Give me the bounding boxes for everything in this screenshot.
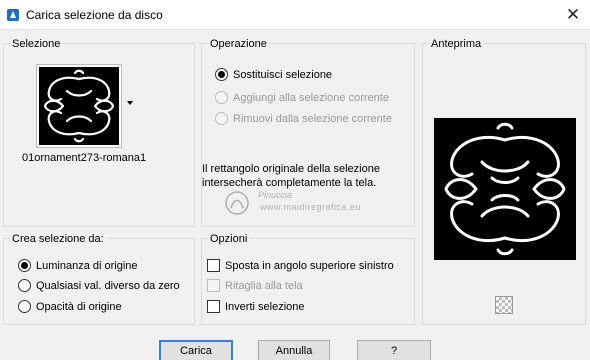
crea-selezione-label: Crea selezione da: [10,233,106,245]
radio-sostituisci-selezione[interactable]: Sostituisci selezione [215,68,332,81]
preview-image [434,118,576,260]
radio-button-disabled [215,91,228,104]
radio-label: Rimuovi dalla selezione corrente [233,112,392,125]
checkbox-label: Inverti selezione [225,300,305,313]
radio-button-checked [215,68,228,81]
annulla-button[interactable]: Annulla [258,340,330,360]
radio-label: Sostituisci selezione [233,68,333,81]
ornament-preview-graphic [444,122,566,256]
radio-button-disabled [215,112,228,125]
radio-aggiungi-selezione[interactable]: Aggiungi alla selezione corrente [215,91,389,104]
radio-label: Luminanza di origine [36,259,138,272]
checkbox-label: Sposta in angolo superiore sinistro [225,259,394,272]
ornament-thumbnail-graphic [43,69,115,143]
carica-button[interactable]: Carica [159,340,233,360]
radio-button [18,279,31,292]
watermark-logo-icon [225,191,249,215]
radio-opacita-origine[interactable]: Opacità di origine [18,300,122,313]
selection-dropdown-arrow-icon[interactable] [127,101,133,105]
checkbox-box [207,259,220,272]
radio-rimuovi-selezione[interactable]: Rimuovi dalla selezione corrente [215,112,392,125]
operation-info-text: Il rettangolo originale della selezione … [202,163,380,189]
watermark: Pinuccia www.maidiregrafica.eu [222,188,412,222]
checkbox-label: Ritaglia alla tela [225,279,303,292]
radio-label: Aggiungi alla selezione corrente [233,91,389,104]
radio-button-checked [18,259,31,272]
transparency-toggle-icon[interactable] [495,296,513,314]
anteprima-label: Anteprima [429,38,484,50]
selection-file-name: 01ornament273-romana1 [22,152,147,164]
checkbox-box-disabled [207,279,220,292]
operazione-label: Operazione [208,38,269,50]
title-bar: Carica selezione da disco ✕ [0,0,590,30]
checkbox-box [207,300,220,313]
radio-label: Qualsiasi val. diverso da zero [36,279,180,292]
radio-button [18,300,31,313]
radio-qualsiasi-valore[interactable]: Qualsiasi val. diverso da zero [18,279,180,292]
help-button[interactable]: ? [357,340,431,360]
watermark-name: Pinuccia [258,190,293,200]
radio-luminanza-origine[interactable]: Luminanza di origine [18,259,138,272]
checkbox-inverti-selezione[interactable]: Inverti selezione [207,300,305,313]
window-title: Carica selezione da disco [26,8,163,22]
selection-thumbnail-image [39,67,119,145]
watermark-site: www.maidiregrafica.eu [260,202,362,212]
close-icon: ✕ [565,5,581,24]
checkbox-ritaglia-tela[interactable]: Ritaglia alla tela [207,279,303,292]
opzioni-label: Opzioni [208,233,250,245]
checkbox-sposta-angolo[interactable]: Sposta in angolo superiore sinistro [207,259,394,272]
radio-label: Opacità di origine [36,300,122,313]
selection-thumbnail[interactable] [36,64,122,148]
selezione-label: Selezione [10,38,63,50]
app-icon [7,9,19,21]
close-button[interactable]: ✕ [562,4,584,26]
